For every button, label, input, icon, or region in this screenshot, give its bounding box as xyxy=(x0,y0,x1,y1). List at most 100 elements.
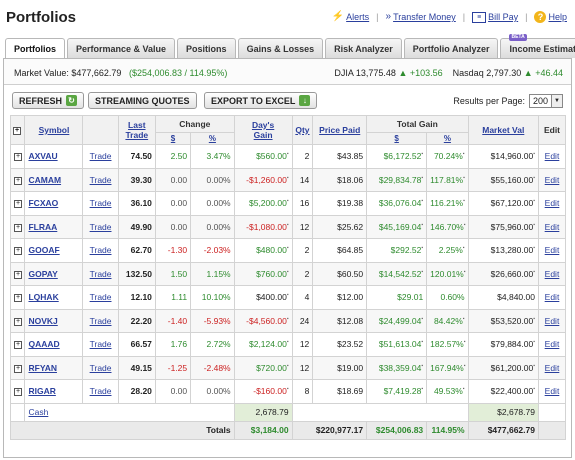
trade-cell[interactable]: Trade xyxy=(82,261,119,286)
col-symbol[interactable]: Symbol xyxy=(24,115,84,145)
col-price-paid[interactable]: Price Paid xyxy=(312,115,368,145)
symbol-cell[interactable]: AXVAU xyxy=(24,144,84,169)
symbol-link[interactable]: FLRAA xyxy=(28,222,57,232)
trade-cell[interactable]: Trade xyxy=(82,144,119,169)
trade-cell[interactable]: Trade xyxy=(82,308,119,333)
trade-link[interactable]: Trade xyxy=(90,292,112,302)
trade-link[interactable]: Trade xyxy=(90,316,112,326)
edit-link[interactable]: Edit xyxy=(545,222,560,232)
col-total-gain-dollar[interactable]: $ xyxy=(366,132,428,145)
export-excel-button[interactable]: EXPORT TO EXCEL ↓ xyxy=(204,92,318,109)
row-expand[interactable]: + xyxy=(9,261,26,286)
edit-link[interactable]: Edit xyxy=(545,363,560,373)
results-per-page-select[interactable]: 200 ▼ xyxy=(528,94,563,108)
symbol-link[interactable]: AXVAU xyxy=(28,151,57,161)
edit-link[interactable]: Edit xyxy=(545,151,560,161)
col-change-pct[interactable]: % xyxy=(190,132,235,145)
tab-risk-analyzer[interactable]: Risk Analyzer xyxy=(325,38,402,58)
edit-link[interactable]: Edit xyxy=(545,339,560,349)
trade-link[interactable]: Trade xyxy=(90,198,112,208)
trade-cell[interactable]: Trade xyxy=(82,332,119,357)
cash-link[interactable]: Cash xyxy=(28,407,48,417)
help-link-group[interactable]: ? Help xyxy=(534,11,567,23)
edit-cell[interactable]: Edit xyxy=(537,379,567,404)
symbol-cell[interactable]: NOVKJ xyxy=(24,308,84,333)
tab-positions[interactable]: Positions xyxy=(177,38,236,58)
symbol-cell[interactable]: GOOAF xyxy=(24,238,84,263)
symbol-cell[interactable]: QAAAD xyxy=(24,332,84,357)
edit-cell[interactable]: Edit xyxy=(537,167,567,192)
trade-cell[interactable]: Trade xyxy=(82,238,119,263)
col-last-trade[interactable]: Last Trade xyxy=(117,115,156,145)
row-expand[interactable]: + xyxy=(9,308,26,333)
tab-gains-losses[interactable]: Gains & Losses xyxy=(237,38,324,58)
trade-cell[interactable]: Trade xyxy=(82,355,119,380)
edit-cell[interactable]: Edit xyxy=(537,191,567,216)
tab-portfolios[interactable]: Portfolios xyxy=(5,38,65,59)
transfer-money-link[interactable]: Transfer Money xyxy=(393,12,456,22)
edit-cell[interactable]: Edit xyxy=(537,308,567,333)
transfer-link-group[interactable]: » Transfer Money xyxy=(386,12,456,23)
trade-link[interactable]: Trade xyxy=(90,245,112,255)
billpay-link-group[interactable]: ≡ Bill Pay xyxy=(472,11,518,23)
trade-link[interactable]: Trade xyxy=(90,339,112,349)
edit-cell[interactable]: Edit xyxy=(537,261,567,286)
symbol-link[interactable]: RFYAN xyxy=(28,363,57,373)
symbol-link[interactable]: RIGAR xyxy=(28,386,55,396)
symbol-cell[interactable]: LQHAK xyxy=(24,285,84,310)
row-expand[interactable]: + xyxy=(9,379,26,404)
bill-pay-link[interactable]: Bill Pay xyxy=(488,12,518,22)
symbol-link[interactable]: GOOAF xyxy=(28,245,59,255)
edit-cell[interactable]: Edit xyxy=(537,144,567,169)
streaming-quotes-button[interactable]: STREAMING QUOTES xyxy=(88,92,197,109)
symbol-cell[interactable]: FLRAA xyxy=(24,214,84,239)
edit-link[interactable]: Edit xyxy=(545,245,560,255)
symbol-cell[interactable]: FCXAO xyxy=(24,191,84,216)
row-expand[interactable]: + xyxy=(9,214,26,239)
tab-income-estimator[interactable]: BETA Income Estimator xyxy=(500,34,575,58)
edit-link[interactable]: Edit xyxy=(545,198,560,208)
symbol-link[interactable]: NOVKJ xyxy=(28,316,57,326)
edit-link[interactable]: Edit xyxy=(545,316,560,326)
alerts-link-group[interactable]: ⚡ Alerts xyxy=(332,12,369,23)
trade-cell[interactable]: Trade xyxy=(82,167,119,192)
row-expand[interactable]: + xyxy=(9,285,26,310)
edit-cell[interactable]: Edit xyxy=(537,285,567,310)
row-expand[interactable]: + xyxy=(9,144,26,169)
trade-link[interactable]: Trade xyxy=(90,386,112,396)
col-days-gain[interactable]: Day's Gain xyxy=(233,115,293,145)
expand-all-toggle[interactable]: + xyxy=(9,115,26,145)
row-expand[interactable]: + xyxy=(9,332,26,357)
col-change-dollar[interactable]: $ xyxy=(154,132,192,145)
trade-cell[interactable]: Trade xyxy=(82,191,119,216)
edit-cell[interactable]: Edit xyxy=(537,332,567,357)
edit-cell[interactable]: Edit xyxy=(537,238,567,263)
trade-cell[interactable]: Trade xyxy=(82,285,119,310)
edit-link[interactable]: Edit xyxy=(545,292,560,302)
row-expand[interactable]: + xyxy=(9,167,26,192)
symbol-link[interactable]: QAAAD xyxy=(28,339,59,349)
edit-link[interactable]: Edit xyxy=(545,386,560,396)
help-link[interactable]: Help xyxy=(548,12,567,22)
trade-link[interactable]: Trade xyxy=(90,175,112,185)
trade-link[interactable]: Trade xyxy=(90,151,112,161)
symbol-link[interactable]: CAMAM xyxy=(28,175,61,185)
edit-cell[interactable]: Edit xyxy=(537,214,567,239)
edit-link[interactable]: Edit xyxy=(545,175,560,185)
row-expand[interactable]: + xyxy=(9,355,26,380)
symbol-link[interactable]: LQHAK xyxy=(28,292,58,302)
symbol-link[interactable]: FCXAO xyxy=(28,198,58,208)
row-expand[interactable]: + xyxy=(9,238,26,263)
tab-performance-value[interactable]: Performance & Value xyxy=(67,38,176,58)
tab-portfolio-analyzer[interactable]: Portfolio Analyzer xyxy=(403,38,499,58)
symbol-link[interactable]: GOPAY xyxy=(28,269,57,279)
row-expand[interactable]: + xyxy=(9,191,26,216)
refresh-button[interactable]: REFRESH ↻ xyxy=(12,92,85,109)
symbol-cell[interactable]: GOPAY xyxy=(24,261,84,286)
symbol-cell[interactable]: RFYAN xyxy=(24,355,84,380)
trade-cell[interactable]: Trade xyxy=(82,379,119,404)
trade-link[interactable]: Trade xyxy=(90,269,112,279)
trade-cell[interactable]: Trade xyxy=(82,214,119,239)
cash-cell[interactable]: Cash xyxy=(24,402,235,422)
symbol-cell[interactable]: RIGAR xyxy=(24,379,84,404)
